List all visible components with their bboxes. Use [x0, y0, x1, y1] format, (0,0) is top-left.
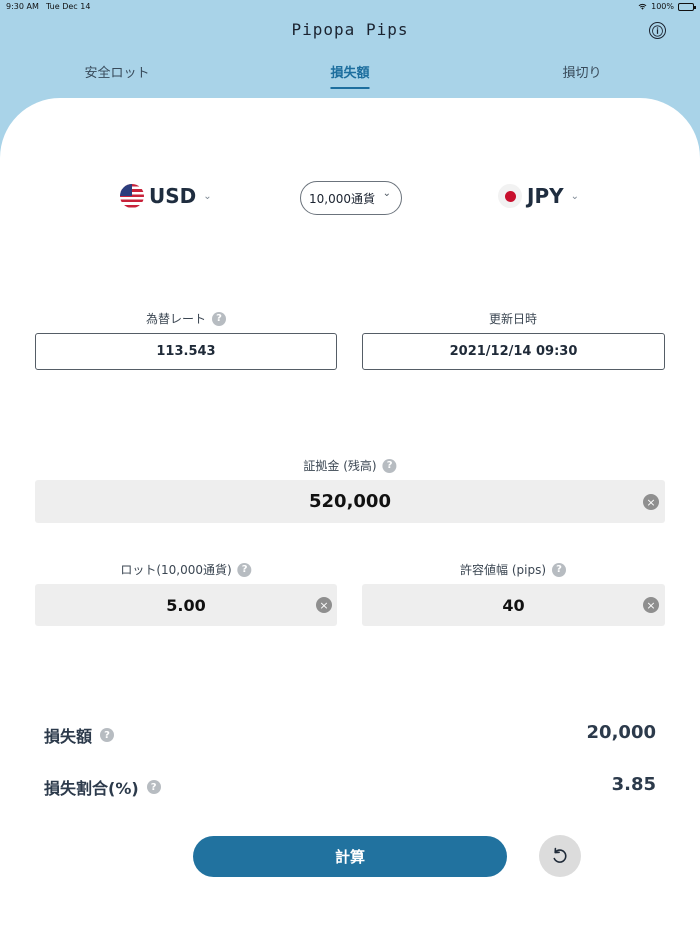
clear-pips-icon[interactable]: × [643, 597, 659, 613]
loss-amount-label: 損失額 [44, 727, 93, 746]
clear-lot-icon[interactable]: × [316, 597, 332, 613]
margin-label: 証拠金 (残高) [303, 459, 377, 473]
rate-label: 為替レート [145, 312, 207, 326]
rate-field: 113.543 [35, 333, 337, 370]
pips-label: 許容値幅 (pips) [460, 563, 546, 577]
unit-select-value: 10,000通貨 [309, 191, 375, 206]
base-currency-code: USD [149, 184, 197, 208]
status-bar: 9:30 AM Tue Dec 14 100% [0, 0, 700, 14]
margin-label-group: 証拠金 (残高) ? [303, 457, 397, 474]
loss-ratio-label: 損失割合(%) [44, 779, 139, 798]
battery-percent: 100% [651, 2, 674, 11]
help-icon[interactable]: ? [237, 562, 252, 577]
jp-flag-icon [498, 184, 522, 208]
help-icon[interactable]: ? [212, 311, 227, 326]
loss-amount-value: 20,000 [586, 722, 656, 743]
updated-label: 更新日時 [488, 312, 538, 326]
help-icon[interactable]: ? [100, 728, 115, 742]
loss-ratio-label-group: 損失割合(%) ? [44, 775, 161, 799]
pips-label-group: 許容値幅 (pips) ? [460, 561, 566, 578]
help-icon[interactable]: ? [146, 780, 161, 794]
clear-margin-icon[interactable]: × [643, 494, 659, 510]
updated-label-group: 更新日時 [489, 310, 537, 327]
chevron-down-icon: ⌄ [570, 190, 579, 202]
quote-currency-selector[interactable]: JPY ⌄ [498, 184, 579, 208]
pips-input[interactable]: 40 [362, 584, 665, 626]
rate-label-group: 為替レート ? [145, 310, 227, 327]
status-time: 9:30 AM [6, 2, 39, 11]
app-title: Pipopa Pips [291, 20, 409, 39]
lot-input[interactable]: 5.00 [35, 584, 337, 626]
chevron-down-icon: ⌄ [203, 190, 212, 202]
us-flag-icon [120, 184, 144, 208]
tab-loss-amount[interactable]: 損失額 [330, 62, 370, 89]
battery-icon [678, 2, 696, 11]
help-icon[interactable]: ? [552, 562, 566, 577]
tab-bar: 安全ロット 損失額 損切り [0, 58, 700, 92]
unit-select[interactable]: 10,000通貨 ⌄ [300, 181, 402, 215]
lot-label-group: ロット(10,000通貨) ? [120, 561, 252, 578]
lot-label: ロット(10,000通貨) [120, 563, 232, 577]
base-currency-selector[interactable]: USD ⌄ [120, 184, 212, 208]
reset-icon [553, 847, 567, 863]
tab-stop-loss[interactable]: 損切り [562, 62, 601, 81]
info-icon[interactable]: ⓘ [649, 22, 666, 39]
loss-amount-label-group: 損失額 ? [44, 723, 115, 747]
help-icon[interactable]: ? [382, 458, 397, 473]
margin-input[interactable]: 520,000 [35, 480, 665, 523]
tab-safe-lot[interactable]: 安全ロット [84, 62, 149, 81]
quote-currency-code: JPY [527, 184, 564, 208]
chevron-down-icon: ⌄ [382, 188, 391, 199]
calculate-button[interactable]: 計算 [193, 836, 507, 877]
reset-button[interactable] [539, 835, 581, 877]
wifi-icon [638, 3, 647, 10]
updated-field: 2021/12/14 09:30 [362, 333, 665, 370]
loss-ratio-value: 3.85 [611, 774, 656, 795]
status-indicators: 100% [638, 2, 696, 11]
status-date: Tue Dec 14 [46, 2, 91, 11]
